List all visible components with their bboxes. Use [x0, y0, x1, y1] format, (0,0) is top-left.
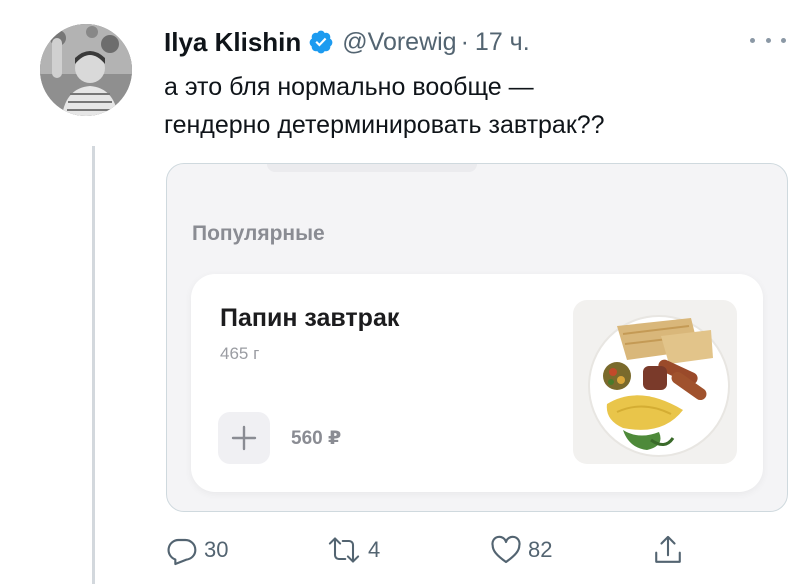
tweet-header: Ilya Klishin @Vorewig · 17 ч. [164, 24, 530, 60]
tweet-actions: 30 4 82 [0, 530, 808, 570]
like-count: 82 [528, 537, 553, 562]
heart-icon [491, 535, 521, 564]
tweet-time[interactable]: 17 ч. [475, 28, 530, 57]
reply-icon [167, 538, 197, 566]
avatar[interactable] [40, 24, 132, 116]
author-handle[interactable]: @Vorewig [342, 28, 456, 57]
media-top-element [267, 164, 477, 172]
avatar-photo [40, 24, 132, 116]
thread-line [92, 146, 95, 584]
retweet-button[interactable]: 4 [326, 530, 380, 570]
add-to-cart-button [218, 412, 270, 464]
retweet-icon [328, 537, 360, 563]
dish-card: Папин завтрак 465 г 560 ₽ [191, 274, 763, 492]
breakfast-plate-image [588, 315, 730, 457]
dish-photo [573, 300, 737, 464]
author-name[interactable]: Ilya Klishin [164, 27, 301, 58]
dish-weight: 465 г [220, 344, 260, 363]
tweet-text-line: а это бля нормально вообще — [164, 73, 534, 101]
separator-dot: · [460, 27, 469, 56]
retweet-count: 4 [368, 537, 381, 562]
dish-price: 560 ₽ [291, 428, 342, 449]
reply-count: 30 [204, 537, 229, 562]
share-icon [655, 535, 681, 563]
plus-icon [231, 425, 257, 451]
more-options-icon[interactable] [750, 30, 786, 50]
tweet-media[interactable]: Популярные Папин завтрак 465 г 560 ₽ [166, 163, 788, 512]
share-button[interactable] [652, 530, 684, 570]
tweet-text: а это бля нормально вообще — гендерно де… [164, 68, 784, 144]
reply-button[interactable]: 30 [166, 530, 228, 570]
section-title: Популярные [192, 222, 325, 245]
like-button[interactable]: 82 [490, 530, 552, 570]
dish-name: Папин завтрак [220, 304, 400, 332]
verified-badge-icon [308, 29, 334, 55]
tweet-text-line: гендерно детерминировать завтрак?? [164, 111, 605, 139]
